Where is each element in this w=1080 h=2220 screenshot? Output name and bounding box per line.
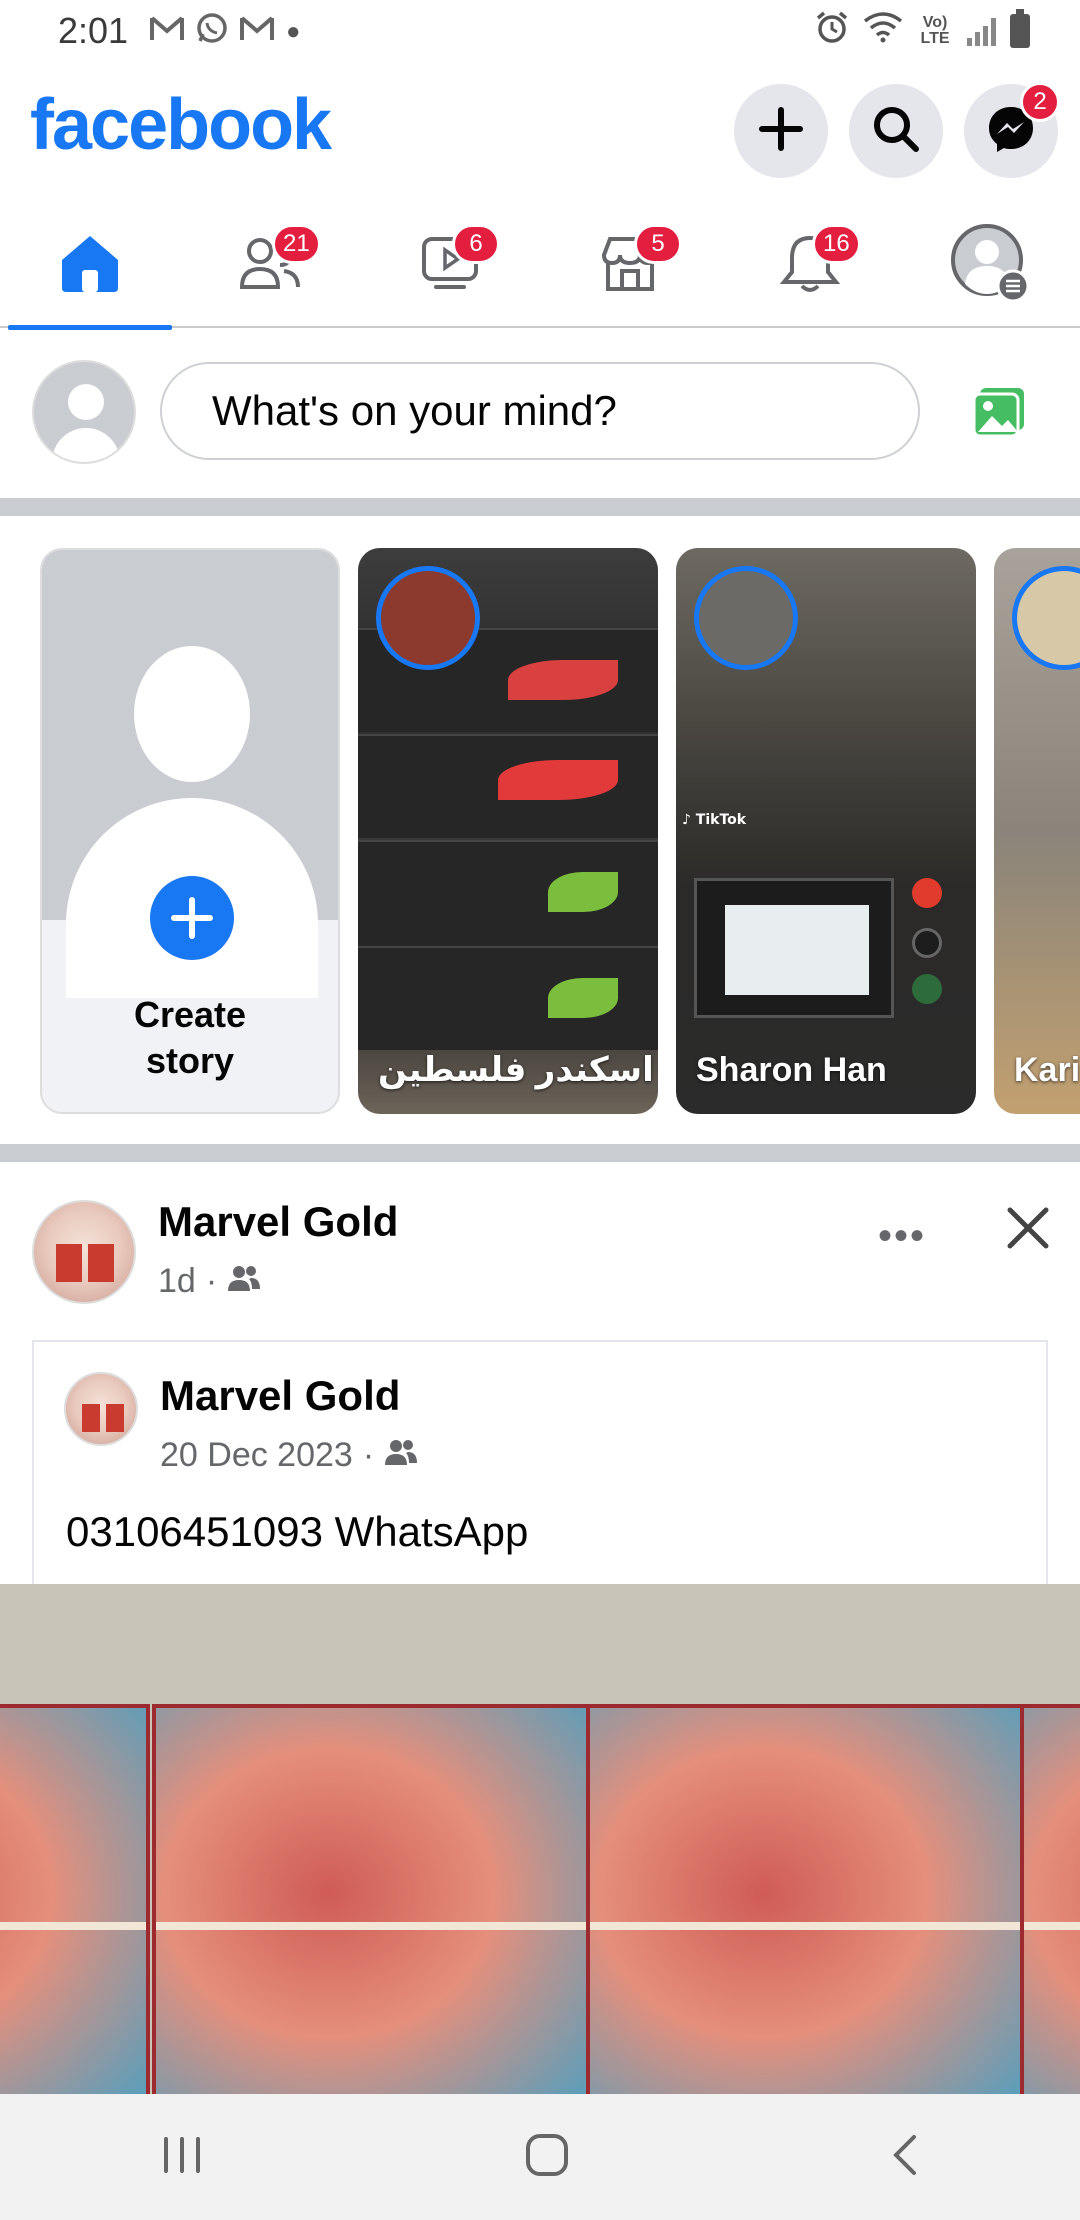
app-header: facebook 2: [0, 62, 1080, 202]
story-image-detail: [912, 928, 942, 958]
create-story-card[interactable]: Create story: [40, 548, 340, 1114]
story-avatar: [1012, 566, 1080, 670]
status-time: 2:01: [58, 10, 129, 51]
shared-post-meta: 20 Dec 2023 ·: [160, 1436, 418, 1475]
tab-menu[interactable]: [900, 202, 1080, 328]
search-icon: [871, 104, 921, 159]
post-header: Marvel Gold 1d · •••: [0, 1162, 1080, 1322]
photo-icon[interactable]: [972, 386, 1028, 443]
separator-dot: ·: [205, 1262, 218, 1300]
create-story-label-line2: story: [145, 1040, 235, 1081]
network-label-text: Vo) LTE: [920, 14, 950, 47]
story-name: Sharon Han: [696, 1051, 887, 1089]
story-name: Kari: [1014, 1051, 1080, 1089]
story-card[interactable]: Kari: [994, 548, 1080, 1114]
section-divider: [0, 498, 1080, 516]
plus-icon: [758, 106, 804, 157]
tab-marketplace[interactable]: 5: [540, 202, 720, 328]
image-detail: [152, 1704, 592, 2094]
shared-post[interactable]: Marvel Gold 20 Dec 2023 · 03106451093 Wh…: [32, 1340, 1048, 1586]
back-icon[interactable]: [890, 2133, 920, 2182]
dot-icon: ●: [286, 18, 301, 45]
shared-post-text: 03106451093 WhatsApp: [66, 1508, 529, 1555]
story-avatar: [694, 566, 798, 670]
messenger-button[interactable]: 2: [964, 82, 1060, 178]
friends-audience-icon: [227, 1262, 261, 1301]
post-meta: 1d ·: [158, 1262, 261, 1301]
tab-watch[interactable]: 6: [360, 202, 540, 328]
story-image-detail: [358, 734, 658, 838]
avatar[interactable]: [64, 1372, 138, 1446]
home-nav-icon[interactable]: [524, 2132, 570, 2183]
post-composer: What's on your mind?: [0, 330, 1080, 498]
image-detail: [1020, 1704, 1080, 2094]
tab-friends[interactable]: 21: [180, 202, 360, 328]
story-card[interactable]: اسکندر فلسطین: [358, 548, 658, 1114]
shared-post-date[interactable]: 20 Dec 2023: [160, 1436, 353, 1475]
create-button[interactable]: [734, 84, 828, 178]
recent-apps-icon[interactable]: [160, 2135, 204, 2180]
story-image-detail: [358, 946, 658, 1050]
image-detail: [0, 1704, 150, 2094]
system-nav-bar: [0, 2094, 1080, 2220]
post-image[interactable]: [0, 1584, 1080, 2094]
wifi-icon: [863, 11, 903, 51]
notifications-badge: 16: [812, 224, 861, 264]
tiktok-watermark: ♪ TikTok: [680, 810, 770, 833]
shared-post-author[interactable]: Marvel Gold: [160, 1372, 400, 1420]
messenger-badge: 2: [1020, 82, 1060, 122]
alarm-icon: [815, 10, 849, 52]
profile-menu-icon: [949, 222, 1031, 309]
watch-badge: 6: [452, 224, 500, 264]
whatsapp-icon: [196, 12, 228, 52]
tab-home[interactable]: [0, 202, 180, 330]
search-button[interactable]: [849, 84, 943, 178]
home-icon: [58, 232, 122, 299]
tab-notifications[interactable]: 16: [720, 202, 900, 328]
close-icon[interactable]: [998, 1198, 1058, 1258]
story-image-detail: [358, 840, 658, 944]
facebook-logo[interactable]: facebook: [30, 84, 332, 166]
signal-icon: [967, 16, 996, 46]
story-image-detail: [912, 974, 942, 1004]
avatar[interactable]: [32, 360, 136, 464]
more-options-icon[interactable]: •••: [878, 1214, 926, 1259]
friends-audience-icon: [384, 1436, 418, 1475]
network-label: Vo) LTE: [917, 15, 953, 47]
create-story-label: Create story: [42, 992, 338, 1084]
story-name: اسکندر فلسطین: [378, 1051, 654, 1089]
plus-icon: [144, 870, 240, 966]
gmail-icon: [240, 14, 274, 50]
story-avatar: [376, 566, 480, 670]
post-time[interactable]: 1d: [158, 1262, 196, 1301]
post-author[interactable]: Marvel Gold: [158, 1198, 398, 1246]
section-divider: [0, 1144, 1080, 1162]
friends-badge: 21: [272, 224, 321, 264]
image-detail: [586, 1704, 1026, 2094]
whats-on-your-mind-input[interactable]: What's on your mind?: [160, 362, 920, 460]
create-story-label-line1: Create: [133, 994, 247, 1035]
system-icons: Vo) LTE: [815, 9, 1030, 52]
tab-bar: 21 6 5 16: [0, 202, 1080, 330]
story-image-detail: [912, 878, 942, 908]
battery-icon: [1010, 9, 1030, 48]
separator-dot: ·: [362, 1436, 375, 1474]
status-bar: 2:01 ● Vo) LTE: [0, 0, 1080, 62]
gmail-icon: [150, 14, 184, 50]
svg-text:♪ TikTok: ♪ TikTok: [682, 812, 747, 828]
stories-tray: Create story اسکندر فلسطین ♪ TikTok Shar…: [0, 516, 1080, 1144]
story-card[interactable]: ♪ TikTok Sharon Han: [676, 548, 976, 1114]
marketplace-badge: 5: [634, 224, 682, 264]
notification-icons: ●: [150, 12, 301, 52]
story-image-detail: [694, 878, 894, 1018]
avatar[interactable]: [32, 1200, 136, 1304]
